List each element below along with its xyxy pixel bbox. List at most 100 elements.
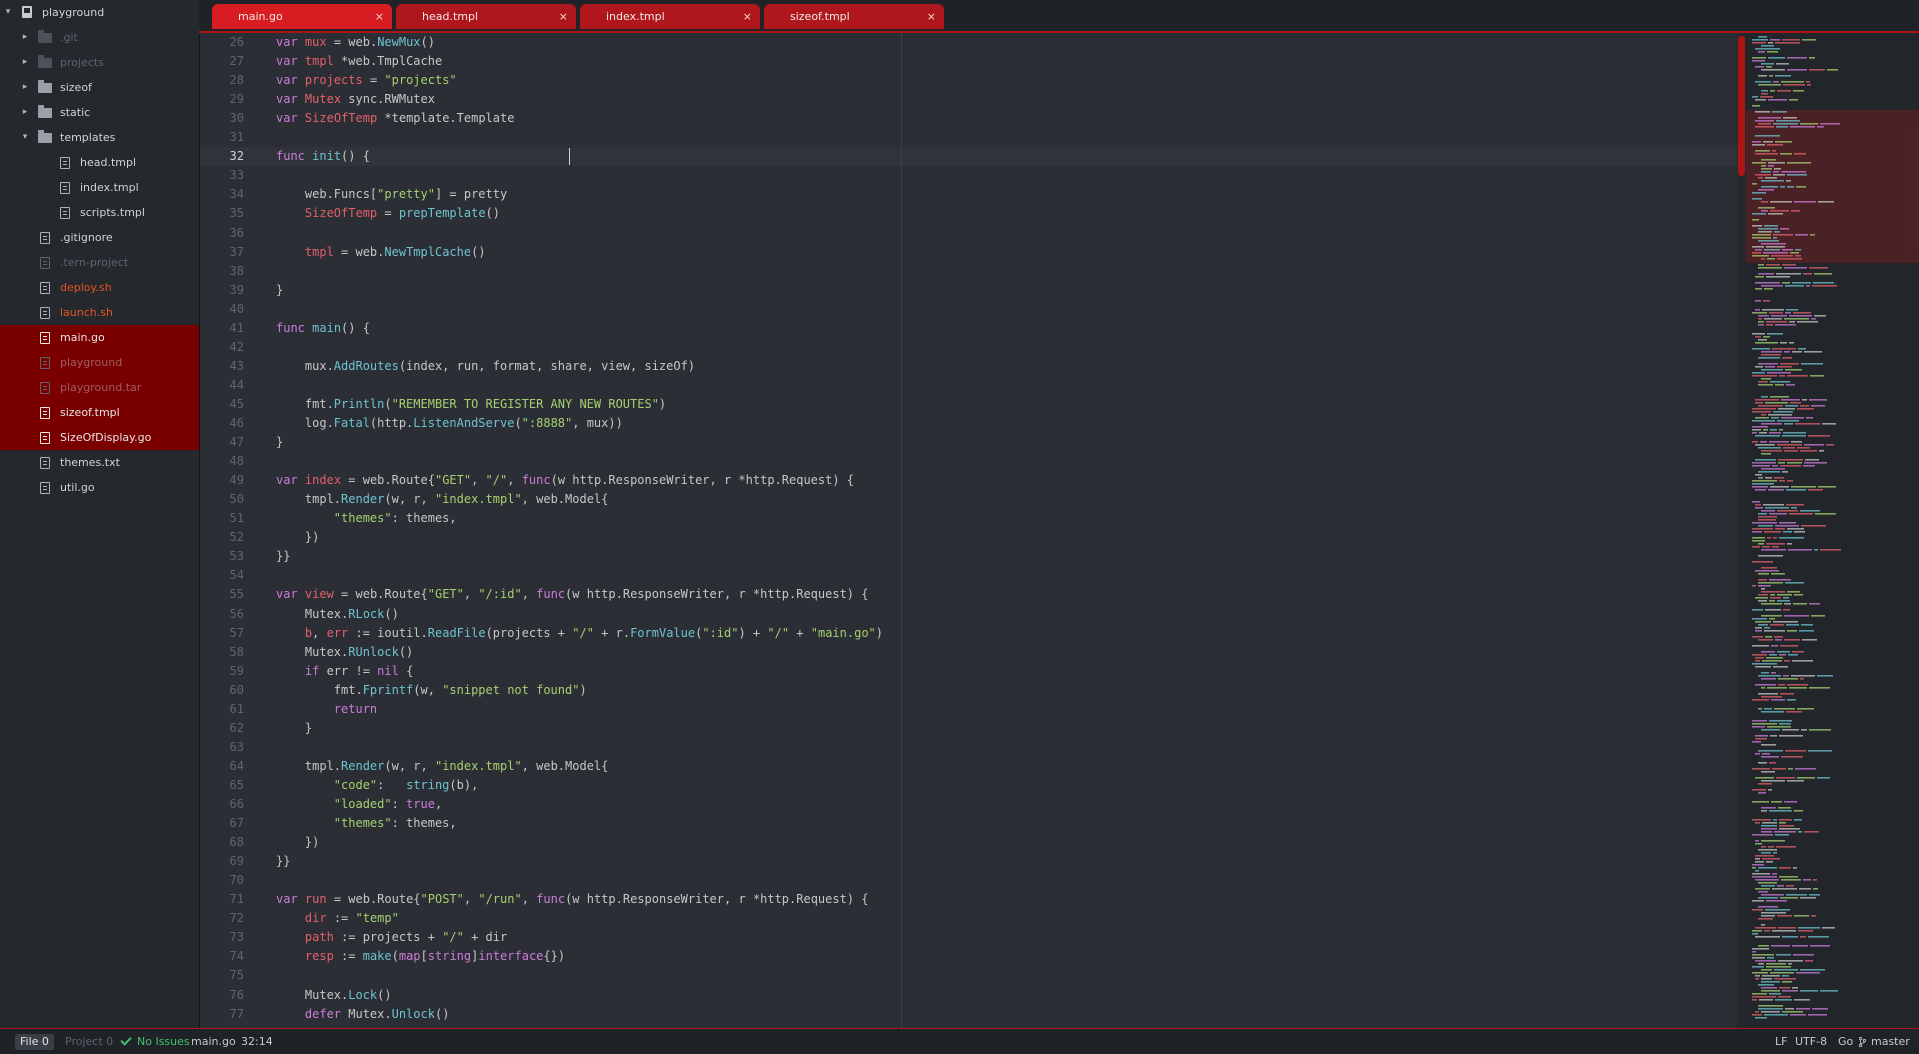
close-icon[interactable]: × [559,4,568,29]
status-filename[interactable]: main.go [191,1029,236,1054]
code-line[interactable]: }) [276,528,319,547]
code-line[interactable]: path := projects + "/" + dir [276,928,507,947]
code-line[interactable]: resp := make(map[string]interface{}) [276,947,565,966]
code-line[interactable]: } [276,719,312,738]
code-line[interactable]: tmpl.Render(w, r, "index.tmpl", web.Mode… [276,757,608,776]
code-line[interactable]: Mutex.RLock() [276,605,399,624]
code-line[interactable]: dir := "temp" [276,909,399,928]
tree-item[interactable]: ▾ templates [0,125,199,150]
chevron-right-icon[interactable]: ▸ [20,100,30,125]
minimap-line [1771,255,1793,257]
code-token: Mutex. [341,1006,392,1021]
tree-item[interactable]: index.tmpl [0,175,199,200]
code-editor[interactable]: 26 27 28 29 30 31 32 33 34 35 36 37 38 39 40 41 42 43 44 45… [200,33,1737,1028]
code-line[interactable]: var Mutex sync.RWMutex [276,90,435,109]
code-line[interactable]: "code": string(b), [276,776,479,795]
chevron-down-icon[interactable]: ▾ [3,0,13,25]
tab-head-tmpl[interactable]: head.tmpl × [396,4,576,29]
tree-item[interactable]: launch.sh [0,300,199,325]
tree-item[interactable]: .gitignore [0,225,199,250]
code-token: string [427,949,472,964]
minimap-line [1758,264,1764,266]
code-line[interactable]: return [276,700,377,719]
code-line[interactable]: if err != nil { [276,662,413,681]
tree-item[interactable]: util.go [0,475,199,500]
tab-main-go[interactable]: main.go × [212,4,392,29]
code-line[interactable]: SizeOfTemp = prepTemplate() [276,204,500,223]
code-line[interactable]: fmt.Fprintf(w, "snippet not found") [276,681,587,700]
code-line[interactable]: Mutex.Lock() [276,986,392,1005]
tree-item-label: scripts.tmpl [80,206,145,219]
code-line[interactable]: var mux = web.NewMux() [276,33,435,52]
code-line[interactable]: var tmpl *web.TmplCache [276,52,442,71]
code-line[interactable]: }} [276,852,290,871]
code-line[interactable]: mux.AddRoutes(index, run, format, share,… [276,357,695,376]
code-line[interactable]: fmt.Println("REMEMBER TO REGISTER ANY NE… [276,395,666,414]
scrollbar-thumb[interactable] [1738,36,1745,176]
close-icon[interactable]: × [375,4,384,29]
code-line[interactable]: var view = web.Route{"GET", "/:id", func… [276,585,868,604]
chevron-right-icon[interactable]: ▸ [20,25,30,50]
tree-item[interactable]: .tern-project [0,250,199,275]
tree-item[interactable]: ▾ playground [0,0,199,25]
minimap[interactable] [1746,33,1919,1028]
code-line[interactable]: var index = web.Route{"GET", "/", func(w… [276,471,854,490]
code-line[interactable]: var projects = "projects" [276,71,457,90]
code-token: var [276,92,298,107]
chevron-right-icon[interactable]: ▸ [20,50,30,75]
code-line[interactable]: "themes": themes, [276,814,457,833]
minimap-line [1784,801,1797,803]
close-icon[interactable]: × [927,4,936,29]
code-line[interactable]: }} [276,547,290,566]
tab-sizeof-tmpl[interactable]: sizeof.tmpl × [764,4,944,29]
tree-item[interactable]: ▸ .git [0,25,199,50]
code-line[interactable]: var SizeOfTemp *template.Template [276,109,514,128]
code-line[interactable]: tmpl = web.NewTmplCache() [276,243,486,262]
git-branch[interactable]: master [1871,1029,1910,1054]
code-line[interactable]: b, err := ioutil.ReadFile(projects + "/"… [276,624,883,643]
code-line[interactable]: var run = web.Route{"POST", "/run", func… [276,890,869,909]
vertical-scrollbar[interactable] [1737,33,1746,1028]
tab-index-tmpl[interactable]: index.tmpl × [580,4,760,29]
tree-item[interactable]: playground [0,350,199,375]
code-line[interactable]: tmpl.Render(w, r, "index.tmpl", web.Mode… [276,490,608,509]
tree-item[interactable]: playground.tar [0,375,199,400]
chevron-down-icon[interactable]: ▾ [20,125,30,150]
code-area[interactable]: var mux = web.NewMux() var tmpl *web.Tmpl… [200,33,1737,1028]
cursor-position[interactable]: 32:14 [241,1029,273,1054]
code-line[interactable]: func init() { [276,147,370,166]
minimap-line [1755,135,1780,137]
code-line[interactable]: web.Funcs["pretty"] = pretty [276,185,507,204]
minimap-line [1761,588,1765,590]
close-icon[interactable]: × [743,4,752,29]
tree-item[interactable]: main.go [0,325,199,350]
tree-item[interactable]: ▸ sizeof [0,75,199,100]
encoding[interactable]: UTF-8 [1795,1029,1827,1054]
file-issues-tab[interactable]: File 0 [15,1034,54,1050]
linter-status[interactable]: No Issues [137,1029,190,1054]
code-line[interactable]: defer Mutex.Unlock() [276,1005,450,1024]
tree-item[interactable]: themes.txt [0,450,199,475]
code-line[interactable]: } [276,281,283,300]
tree-view[interactable]: ▾ playground ▸ .git ▸ projects ▸ sizeof ▸ static ▾… [0,0,200,1028]
code-line[interactable]: "themes": themes, [276,509,457,528]
tree-item[interactable]: ▸ static [0,100,199,125]
tree-item[interactable]: scripts.tmpl [0,200,199,225]
code-line[interactable]: Mutex.RUnlock() [276,643,413,662]
code-line[interactable]: log.Fatal(http.ListenAndServe(":8888", m… [276,414,623,433]
code-line[interactable]: }) [276,833,319,852]
tree-item[interactable]: head.tmpl [0,150,199,175]
tree-item[interactable]: sizeof.tmpl [0,400,199,425]
code-line[interactable]: func main() { [276,319,370,338]
grammar[interactable]: Go [1838,1029,1853,1054]
tree-item[interactable]: ▸ projects [0,50,199,75]
minimap-line [1783,597,1789,599]
code-line[interactable]: "loaded": true, [276,795,442,814]
tree-item[interactable]: deploy.sh [0,275,199,300]
tree-item[interactable]: SizeOfDisplay.go [0,425,199,450]
line-ending[interactable]: LF [1775,1029,1787,1054]
chevron-right-icon[interactable]: ▸ [20,75,30,100]
project-issues-tab[interactable]: Project 0 [60,1034,118,1050]
code-line[interactable]: } [276,433,283,452]
